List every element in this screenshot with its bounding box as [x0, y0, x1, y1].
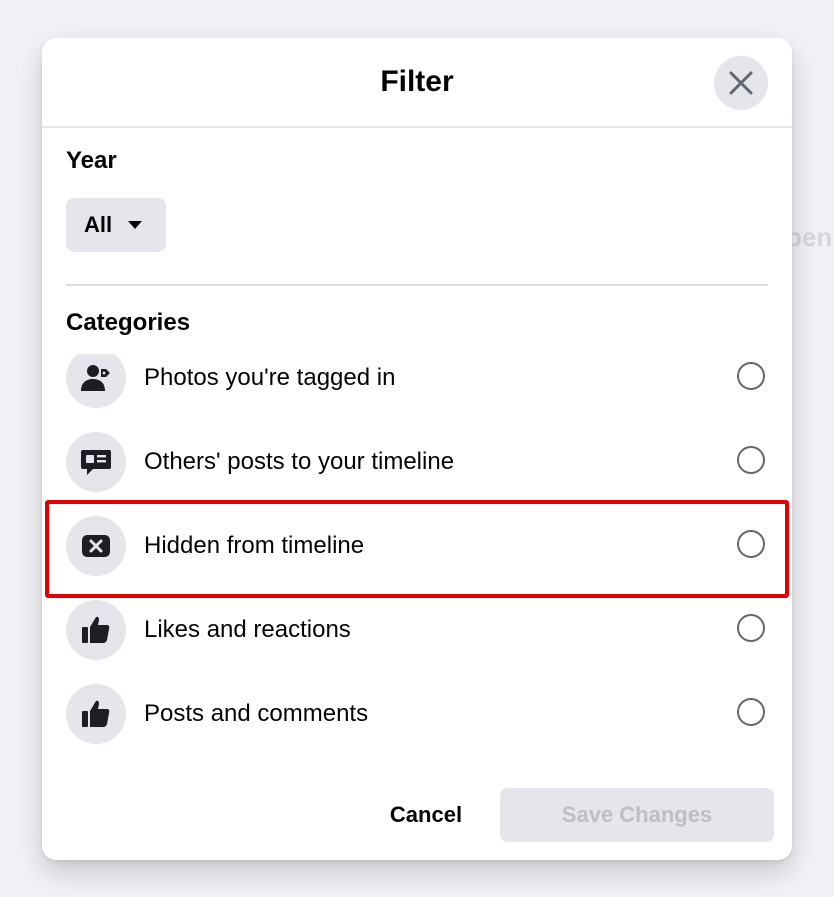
chat-bubble-icon	[66, 432, 126, 492]
background-partial-text: pen	[786, 222, 833, 252]
tagged-person-icon	[66, 354, 126, 408]
category-radio[interactable]	[737, 362, 765, 390]
close-icon	[729, 71, 753, 95]
dialog-header: Filter	[42, 38, 792, 128]
year-label: Year	[66, 147, 117, 174]
categories-label: Categories	[66, 309, 191, 336]
year-selected-value: All	[84, 212, 113, 237]
thumbs-up-icon	[66, 684, 126, 744]
category-radio[interactable]	[737, 614, 765, 642]
category-radio[interactable]	[737, 446, 765, 474]
categories-list[interactable]: Photos you're tagged in Others' posts to…	[42, 354, 792, 754]
category-label: Photos you're tagged in	[144, 364, 396, 391]
save-changes-button[interactable]: Save Changes	[500, 788, 774, 842]
hidden-x-icon	[66, 516, 126, 576]
category-label: Posts and comments	[144, 700, 369, 727]
filter-dialog: Filter Year All Categories Photos you're…	[42, 38, 792, 860]
year-dropdown[interactable]: All	[66, 198, 166, 252]
caret-down-icon	[128, 221, 143, 229]
category-item-others-posts[interactable]: Others' posts to your timeline	[42, 420, 792, 504]
close-button[interactable]	[714, 56, 768, 110]
category-radio[interactable]	[737, 698, 765, 726]
category-item-likes-reactions[interactable]: Likes and reactions	[42, 588, 792, 672]
category-label: Hidden from timeline	[144, 532, 365, 559]
cancel-button[interactable]: Cancel	[368, 788, 484, 842]
dialog-title: Filter	[380, 65, 454, 98]
section-divider	[66, 284, 768, 286]
thumbs-up-icon	[66, 600, 126, 660]
category-item-posts-comments[interactable]: Posts and comments	[42, 672, 792, 754]
category-item-photos-tagged[interactable]: Photos you're tagged in	[42, 354, 792, 420]
category-label: Likes and reactions	[144, 616, 351, 643]
category-radio[interactable]	[737, 530, 765, 558]
category-label: Others' posts to your timeline	[144, 448, 455, 475]
category-item-hidden-from-timeline[interactable]: Hidden from timeline	[42, 504, 792, 588]
